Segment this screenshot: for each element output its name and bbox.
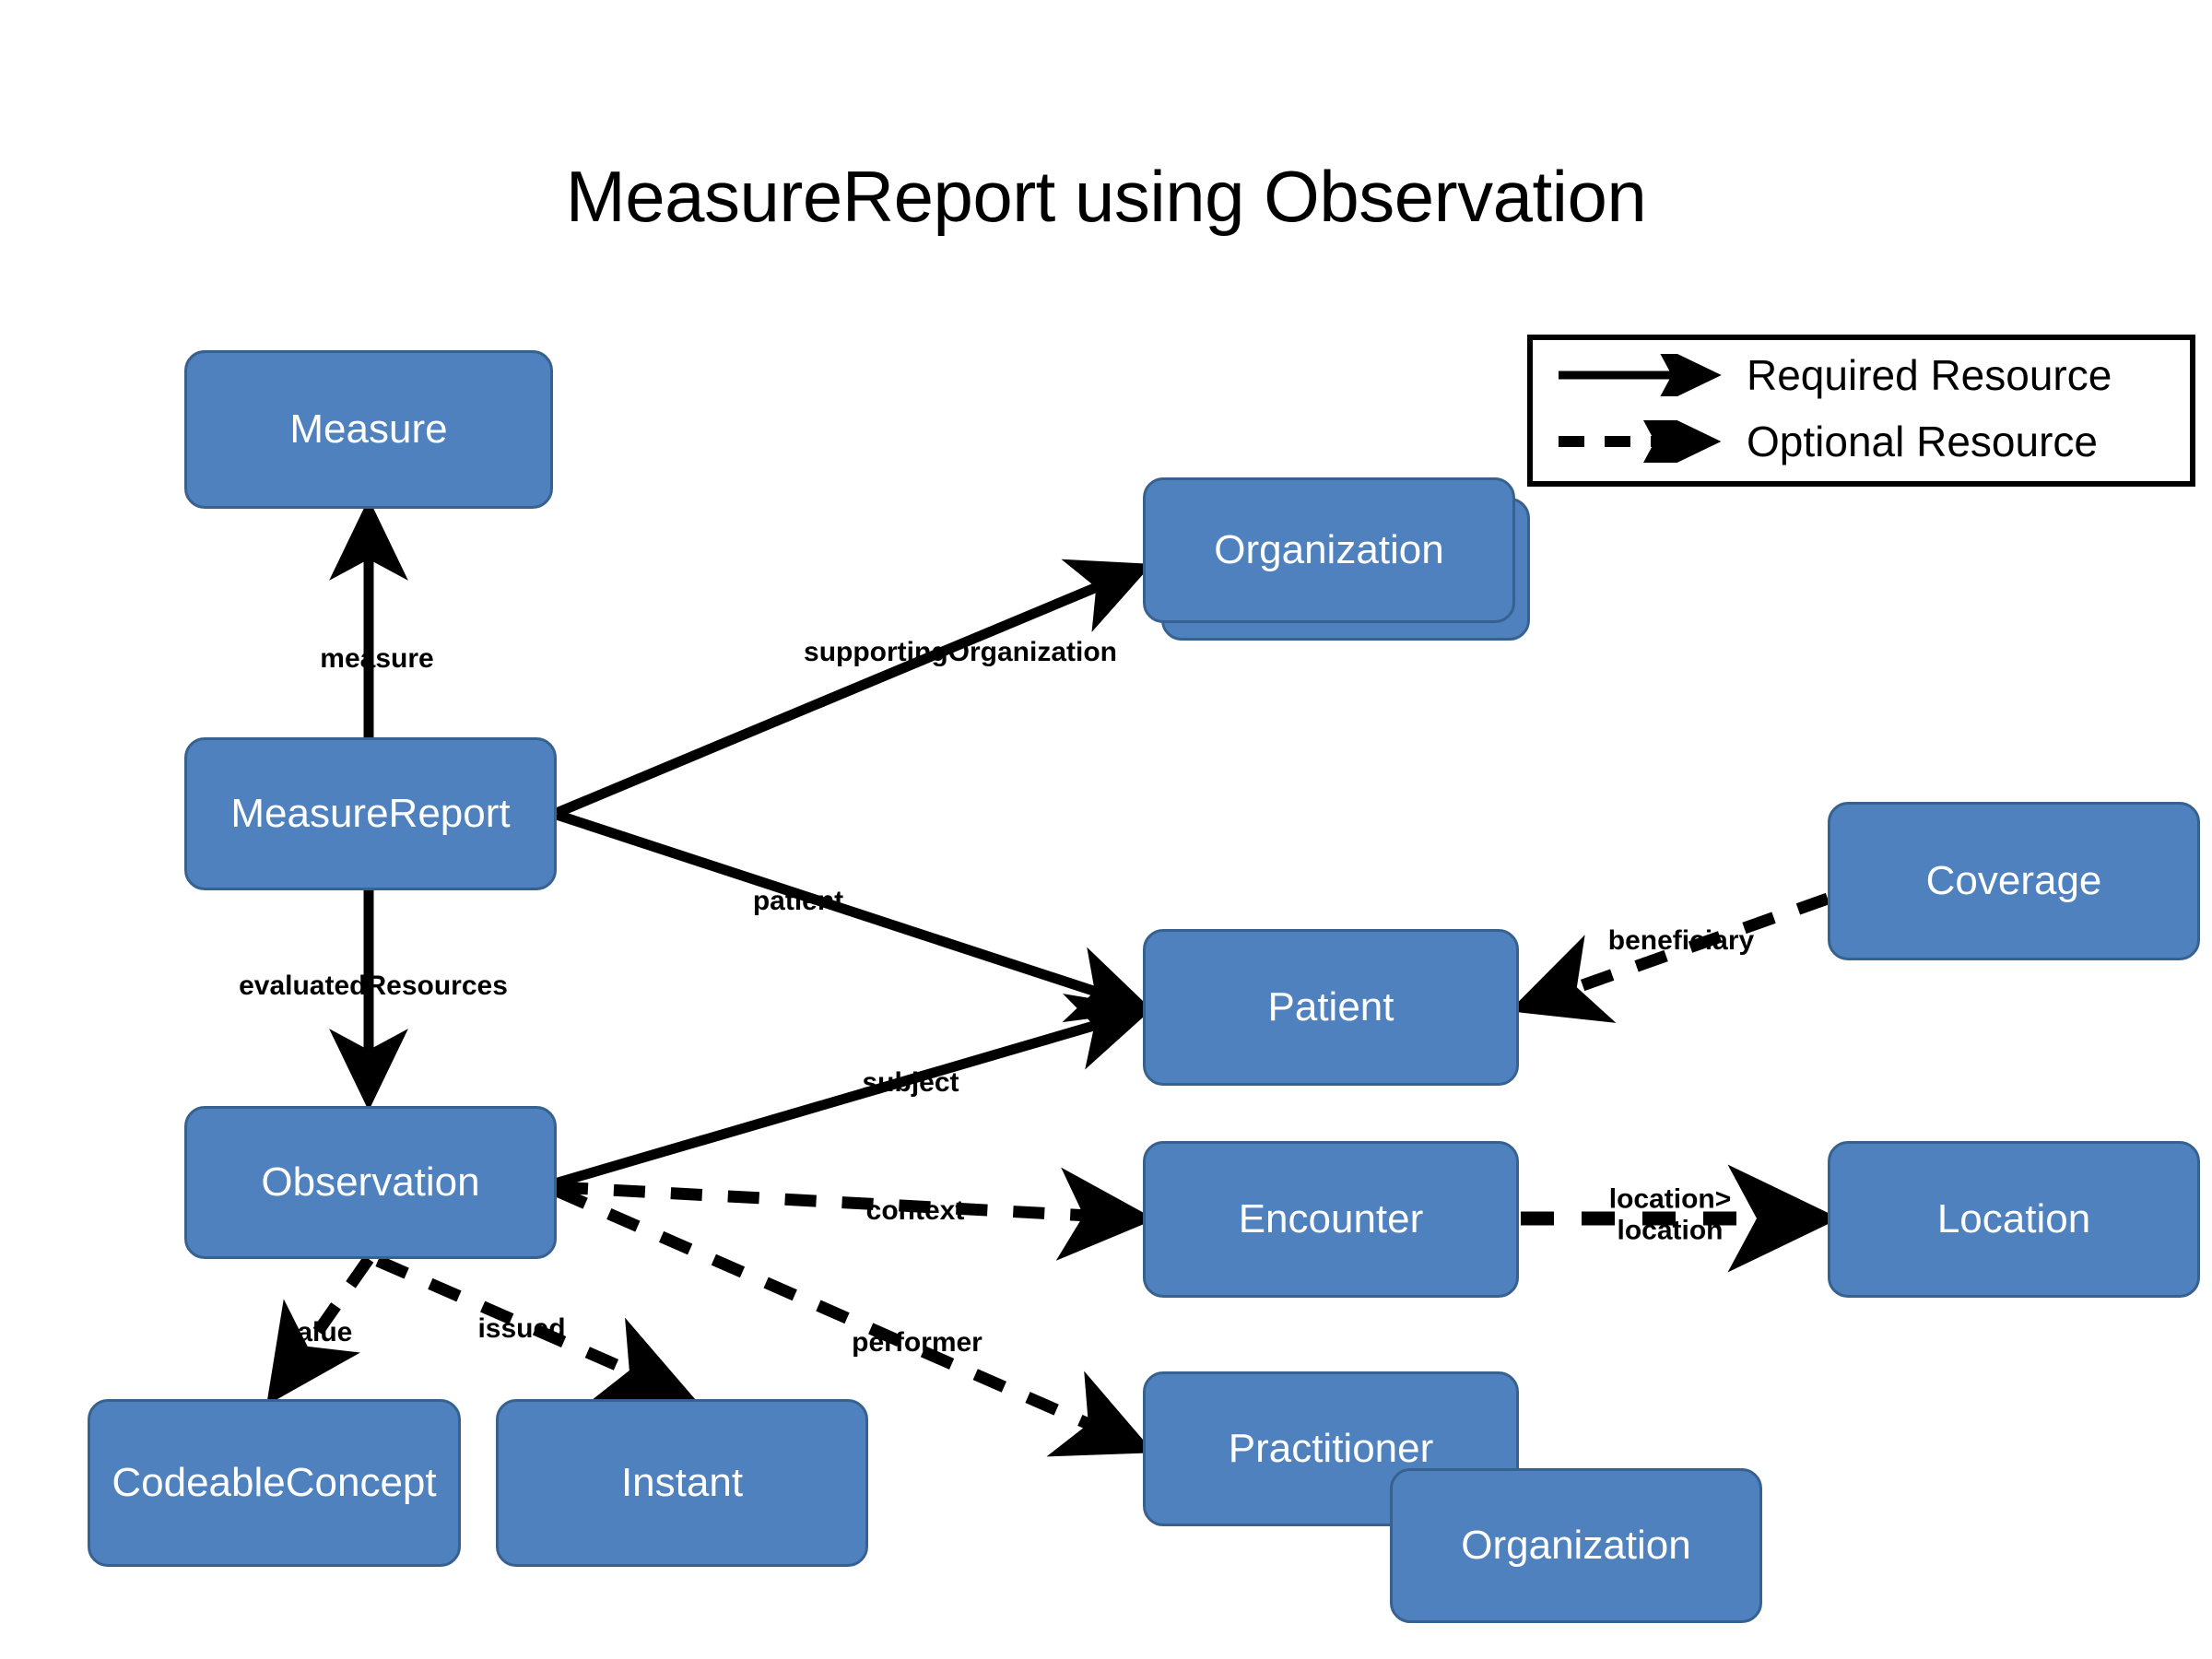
edge-label-context: context: [865, 1195, 965, 1227]
legend-label-required: Required Resource: [1747, 351, 2112, 399]
node-label: Encounter: [1238, 1195, 1424, 1241]
legend-row-required: Required Resource: [1553, 349, 2112, 401]
node-location[interactable]: Location: [1828, 1141, 2200, 1298]
node-label: MeasureReport: [230, 790, 511, 836]
node-measure[interactable]: Measure: [184, 350, 553, 509]
edge-label-beneficiary: beneficiary: [1607, 925, 1755, 957]
node-encounter[interactable]: Encounter: [1143, 1141, 1519, 1298]
node-label: Measure: [289, 406, 448, 452]
node-label: Coverage: [1925, 857, 2102, 903]
legend-label-optional: Optional Resource: [1747, 418, 2098, 465]
node-label: Practitioner: [1228, 1425, 1434, 1471]
diagram-canvas: MeasureReport using Observation Measure …: [0, 0, 2212, 1659]
node-label: Organization: [1214, 526, 1444, 572]
legend-row-optional: Optional Resource: [1553, 416, 2098, 467]
node-label: Organization: [1461, 1522, 1691, 1568]
legend: Required Resource Optional Resource: [1527, 335, 2195, 487]
node-organization-performer[interactable]: Organization: [1390, 1468, 1762, 1623]
node-label: CodeableConcept: [112, 1459, 437, 1505]
edge-subject: [553, 994, 1153, 1189]
edge-label-patient: patient: [752, 886, 844, 917]
edge-label-evaluatedresources: evaluatedResources: [239, 971, 508, 1002]
edge-label-supportingorganization: supportingOrganization: [804, 637, 1117, 668]
node-label: Instant: [620, 1459, 744, 1505]
legend-dashed-arrow-icon: [1559, 420, 1722, 463]
edge-supportingorganization: [554, 559, 1153, 818]
node-organization-supporting[interactable]: Organization: [1143, 477, 1515, 623]
node-label: Location: [1936, 1195, 2091, 1241]
edge-label-measure: measure: [320, 643, 434, 675]
node-label: Observation: [261, 1159, 480, 1205]
node-measurereport[interactable]: MeasureReport: [184, 737, 557, 890]
node-label: Patient: [1267, 983, 1394, 1030]
node-instant[interactable]: Instant: [496, 1399, 868, 1567]
edge-label-issued: issued: [477, 1313, 566, 1345]
edge-label-subject: subject: [862, 1067, 959, 1099]
edge-patient: [555, 809, 1153, 1023]
node-observation[interactable]: Observation: [184, 1106, 557, 1259]
edge-label-performer: performer: [852, 1327, 982, 1359]
legend-solid-arrow-icon: [1559, 354, 1722, 396]
page-title: MeasureReport using Observation: [565, 156, 1647, 237]
node-coverage[interactable]: Coverage: [1828, 802, 2200, 960]
node-codeableconcept[interactable]: CodeableConcept: [88, 1399, 461, 1567]
edge-label-location: location> location: [1608, 1183, 1732, 1245]
node-patient[interactable]: Patient: [1143, 929, 1519, 1086]
edge-context: [556, 1167, 1156, 1261]
edge-label-value: value: [281, 1317, 353, 1348]
